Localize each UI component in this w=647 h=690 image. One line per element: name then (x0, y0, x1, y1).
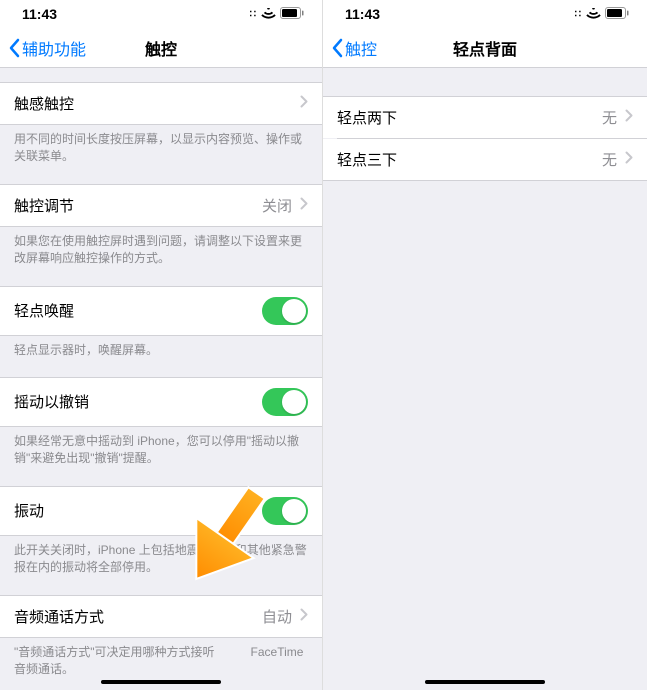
chevron-right-icon (625, 151, 633, 168)
left-screen: 11:43 ∷ 辅助功能 触控 触感触控 用不同的时间长度按压屏幕， (0, 0, 323, 690)
row-call-audio-routing[interactable]: 音频通话方式 自动 (0, 595, 322, 638)
row-label: 振动 (14, 500, 44, 521)
toggle-switch[interactable] (262, 497, 308, 525)
row-footer: 如果经常无意中摇动到 iPhone，您可以停用"摇动以撤销"来避免出现"撤销"提… (0, 427, 322, 468)
back-button[interactable]: 辅助功能 (8, 36, 86, 60)
nav-bar: 触控 轻点背面 (323, 28, 647, 68)
chevron-right-icon (300, 608, 308, 625)
signal-icon: ∷ (250, 9, 257, 20)
nav-bar: 辅助功能 触控 (0, 28, 322, 68)
row-haptic-touch[interactable]: 触感触控 (0, 82, 322, 125)
row-label: 触控调节 (14, 195, 74, 216)
wifi-icon (586, 6, 601, 22)
row-tap-to-wake[interactable]: 轻点唤醒 (0, 286, 322, 336)
row-footer: 如果您在使用触控屏时遇到问题，请调整以下设置来更改屏幕响应触控操作的方式。 (0, 227, 322, 268)
battery-icon (605, 6, 629, 22)
row-label: 摇动以撤销 (14, 391, 89, 412)
row-footer: 此开关关闭时，iPhone 上包括地震、海啸和其他紧急警报在内的振动将全部停用。 (0, 536, 322, 577)
back-label: 触控 (345, 36, 377, 60)
status-time: 11:43 (22, 6, 57, 22)
row-touch-accommodations[interactable]: 触控调节 关闭 (0, 184, 322, 227)
row-value: 无 (602, 107, 617, 128)
chevron-left-icon (331, 38, 343, 58)
row-value: 关闭 (262, 195, 292, 216)
row-value: 自动 (262, 606, 292, 627)
chevron-right-icon (300, 95, 308, 112)
row-label: 音频通话方式 (14, 606, 104, 627)
chevron-right-icon (300, 197, 308, 214)
status-right: ∷ (250, 6, 304, 22)
status-right: ∷ (575, 6, 629, 22)
row-triple-tap[interactable]: 轻点三下 无 (323, 139, 647, 181)
row-label: 轻点两下 (337, 107, 397, 128)
chevron-left-icon (8, 38, 20, 58)
signal-icon: ∷ (575, 9, 582, 20)
wifi-icon (261, 6, 276, 22)
row-double-tap[interactable]: 轻点两下 无 (323, 96, 647, 138)
row-label: 轻点三下 (337, 149, 397, 170)
status-time: 11:43 (345, 6, 380, 22)
row-vibration[interactable]: 振动 (0, 486, 322, 536)
home-indicator (425, 680, 545, 684)
content[interactable]: 轻点两下 无 轻点三下 无 (323, 68, 647, 690)
row-footer: 轻点显示器时，唤醒屏幕。 (0, 336, 322, 359)
row-label: 触感触控 (14, 93, 74, 114)
toggle-switch[interactable] (262, 388, 308, 416)
row-footer: "音频通话方式"可决定用哪种方式接听xxxxxxFaceTime 音频通话。 (0, 638, 322, 679)
row-shake-to-undo[interactable]: 摇动以撤销 (0, 377, 322, 427)
content[interactable]: 触感触控 用不同的时间长度按压屏幕，以显示内容预览、操作或关联菜单。 触控调节 … (0, 68, 322, 690)
row-value: 无 (602, 149, 617, 170)
right-screen: 11:43 ∷ 触控 轻点背面 轻点两下 无 (323, 0, 647, 690)
battery-icon (280, 6, 304, 22)
row-footer: 用不同的时间长度按压屏幕，以显示内容预览、操作或关联菜单。 (0, 125, 322, 166)
toggle-switch[interactable] (262, 297, 308, 325)
back-button[interactable]: 触控 (331, 36, 377, 60)
chevron-right-icon (625, 109, 633, 126)
row-label: 轻点唤醒 (14, 300, 74, 321)
status-bar: 11:43 ∷ (0, 0, 322, 28)
status-bar: 11:43 ∷ (323, 0, 647, 28)
home-indicator (101, 680, 221, 684)
back-label: 辅助功能 (22, 36, 86, 60)
